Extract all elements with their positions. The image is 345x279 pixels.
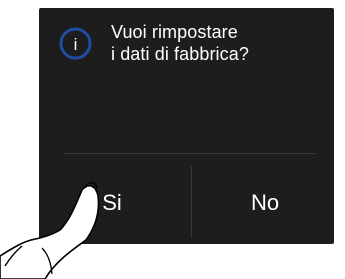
dialog-message-line-2: i dati di fabbrica? bbox=[111, 44, 249, 64]
info-icon: i bbox=[59, 27, 92, 60]
button-divider bbox=[63, 153, 316, 154]
dialog-message-line-1: Vuoi rimpostare bbox=[111, 22, 238, 42]
svg-text:i: i bbox=[74, 35, 78, 54]
dialog-message: Vuoi rimpostare i dati di fabbrica? bbox=[111, 21, 321, 65]
no-button[interactable]: No bbox=[235, 168, 295, 238]
button-separator bbox=[191, 166, 192, 238]
yes-button[interactable]: Si bbox=[79, 168, 145, 238]
factory-reset-dialog: i Vuoi rimpostare i dati di fabbrica? Si… bbox=[39, 8, 334, 244]
